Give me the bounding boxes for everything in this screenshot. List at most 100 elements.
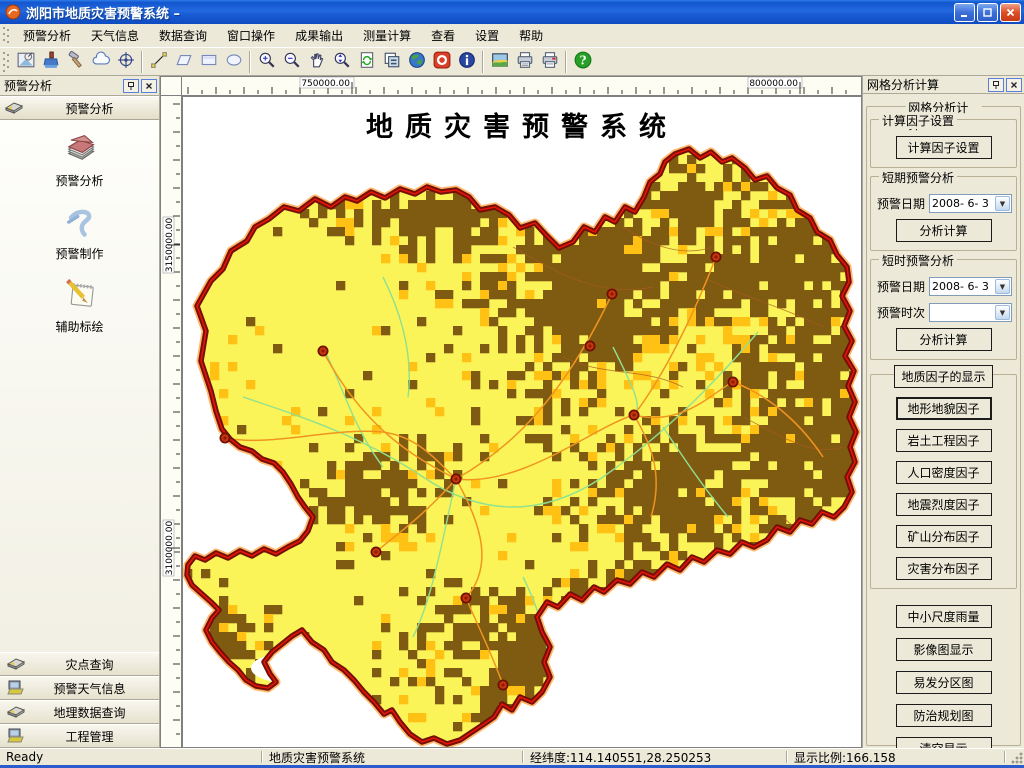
sidebar-item-2[interactable]: 辅助标绘 [0, 276, 159, 335]
left-panel-item-list: 预警分析预警制作辅助标绘 [0, 120, 159, 652]
menu-item-0[interactable]: 预警分析 [13, 24, 81, 47]
factor-settings-label: 计算因子设置 [879, 112, 957, 129]
scanner-icon [4, 99, 24, 118]
rectangle-tool-icon [200, 51, 218, 72]
status-cell-0: Ready [0, 749, 261, 765]
extra-button-3[interactable]: 防治规划图 [896, 704, 992, 727]
globe-tool-button[interactable] [404, 50, 429, 74]
left-panel-section-header[interactable]: 预警分析 [0, 96, 159, 120]
copy-layers-icon [383, 51, 401, 72]
menu-item-2[interactable]: 数据查询 [149, 24, 217, 47]
menu-item-6[interactable]: 查看 [421, 24, 465, 47]
menu-item-3[interactable]: 窗口操作 [217, 24, 285, 47]
geo-factor-button-2[interactable]: 人口密度因子 [896, 461, 992, 484]
left-panel-pin-button[interactable] [123, 79, 139, 93]
help-icon: ? [574, 51, 592, 72]
minimize-button[interactable] [954, 3, 975, 22]
extra-button-stack: 中小尺度雨量影像图显示易发分区图防治规划图清空显示 [870, 605, 1017, 760]
geo-factor-button-0[interactable]: 地形地貌因子 [896, 397, 992, 420]
map-display-tool-button[interactable] [487, 50, 512, 74]
menu-item-4[interactable]: 成果输出 [285, 24, 353, 47]
scanner-icon [6, 655, 26, 674]
map-title: 地质灾害预警系统 [366, 105, 678, 144]
geo-factor-button-4[interactable]: 矿山分布因子 [896, 525, 992, 548]
factor-settings-button[interactable]: 计算因子设置 [896, 136, 992, 159]
chevron-down-icon[interactable]: ▼ [995, 196, 1010, 211]
vertical-ruler: 3150000.003100000.00 [160, 96, 182, 748]
crosshair-tool-button[interactable] [113, 50, 138, 74]
sidebar-item-1[interactable]: 预警制作 [0, 203, 159, 262]
cloud-tool-button[interactable] [88, 50, 113, 74]
chevron-down-icon[interactable]: ▼ [995, 279, 1010, 294]
right-panel-close-button[interactable] [1006, 78, 1022, 92]
resize-grip[interactable] [1010, 751, 1024, 765]
menu-item-8[interactable]: 帮助 [509, 24, 553, 47]
menu-item-5[interactable]: 测量计算 [353, 24, 421, 47]
help-tool-button[interactable]: ? [570, 50, 595, 74]
menu-item-7[interactable]: 设置 [465, 24, 509, 47]
bottom-category-3[interactable]: 工程管理 [0, 724, 159, 748]
zoom-out-icon [283, 51, 301, 72]
short-term-analyze-button[interactable]: 分析计算 [896, 219, 992, 242]
left-panel-titlebar: 预警分析 [0, 76, 159, 96]
application-window: 浏阳市地质灾害预警系统 – 预警分析天气信息数据查询窗口操作成果输出测量计算查看… [0, 0, 1024, 768]
status-cell-3: 显示比例:166.158 [788, 749, 1004, 765]
info-tool-button[interactable] [454, 50, 479, 74]
zoom-in-tool-button[interactable] [254, 50, 279, 74]
main-content: 预警分析 预警分析 预警分析预警制作辅助标绘 灾点查询预警天气信息地理数据查询工… [0, 76, 1024, 748]
right-panel-pin-button[interactable] [988, 78, 1004, 92]
extra-button-1[interactable]: 影像图显示 [896, 638, 992, 661]
bottom-category-label: 预警天气信息 [26, 680, 153, 697]
short-term-label: 短期预警分析 [879, 169, 957, 186]
geo-factor-button-5[interactable]: 灾害分布因子 [896, 557, 992, 580]
zoom-in-icon [258, 51, 276, 72]
print-preview-tool-button[interactable] [537, 50, 562, 74]
chevron-down-icon[interactable]: ▼ [995, 305, 1010, 320]
map-canvas[interactable]: 地质灾害预警系统 [182, 96, 862, 748]
close-button[interactable] [1000, 3, 1021, 22]
line-tool-tool-button[interactable] [146, 50, 171, 74]
short-time-analyze-button[interactable]: 分析计算 [896, 328, 992, 351]
copy-layers-tool-button[interactable] [379, 50, 404, 74]
refresh-tool-button[interactable] [354, 50, 379, 74]
stop-tool-button[interactable] [429, 50, 454, 74]
geo-factors-button-stack: 地形地貌因子岩土工程因子人口密度因子地震烈度因子矿山分布因子灾害分布因子 [875, 397, 1012, 580]
warning-analysis-panel: 预警分析 预警分析 预警分析预警制作辅助标绘 灾点查询预警天气信息地理数据查询工… [0, 76, 160, 748]
zoom-out-tool-button[interactable] [279, 50, 304, 74]
sidebar-item-label: 预警分析 [55, 172, 103, 189]
polygon-tool-tool-button[interactable] [171, 50, 196, 74]
pan-hand-tool-button[interactable] [304, 50, 329, 74]
geo-factors-header-button[interactable]: 地质因子的显示 [894, 365, 992, 388]
bottom-category-0[interactable]: 灾点查询 [0, 652, 159, 676]
paint-tool-button[interactable] [38, 50, 63, 74]
extra-button-2[interactable]: 易发分区图 [896, 671, 992, 694]
toolbar-grip[interactable] [2, 51, 11, 73]
short-term-date-label: 预警日期 [877, 195, 929, 212]
bottom-category-1[interactable]: 预警天气信息 [0, 676, 159, 700]
sidebar-item-0[interactable]: 预警分析 [0, 130, 159, 189]
satellite-image-tool-button[interactable] [13, 50, 38, 74]
left-panel-close-button[interactable] [141, 79, 157, 93]
zoom-extent-tool-button[interactable] [329, 50, 354, 74]
short-time-date-combobox[interactable]: 2008- 6- 3 ▼ [929, 277, 1012, 296]
menu-item-1[interactable]: 天气信息 [81, 24, 149, 47]
globe-icon [408, 51, 426, 72]
weather-device-icon [6, 679, 26, 698]
extra-button-0[interactable]: 中小尺度雨量 [896, 605, 992, 628]
right-panel-title: 网格分析计算 [867, 76, 986, 93]
maximize-button[interactable] [977, 3, 998, 22]
short-term-date-value: 2008- 6- 3 [930, 197, 994, 210]
hammer-tool-button[interactable] [63, 50, 88, 74]
weather-device-icon [6, 727, 26, 746]
ellipse-tool-tool-button[interactable] [221, 50, 246, 74]
left-panel-bottom-stack: 灾点查询预警天气信息地理数据查询工程管理 [0, 652, 159, 748]
geo-factor-button-3[interactable]: 地震烈度因子 [896, 493, 992, 516]
menu-grip[interactable] [2, 26, 11, 44]
bottom-category-2[interactable]: 地理数据查询 [0, 700, 159, 724]
rectangle-tool-tool-button[interactable] [196, 50, 221, 74]
geo-factor-button-1[interactable]: 岩土工程因子 [896, 429, 992, 452]
short-time-session-combobox[interactable]: ▼ [929, 303, 1012, 322]
hammer-icon [67, 51, 85, 72]
print-tool-button[interactable] [512, 50, 537, 74]
short-term-date-combobox[interactable]: 2008- 6- 3 ▼ [929, 194, 1012, 213]
